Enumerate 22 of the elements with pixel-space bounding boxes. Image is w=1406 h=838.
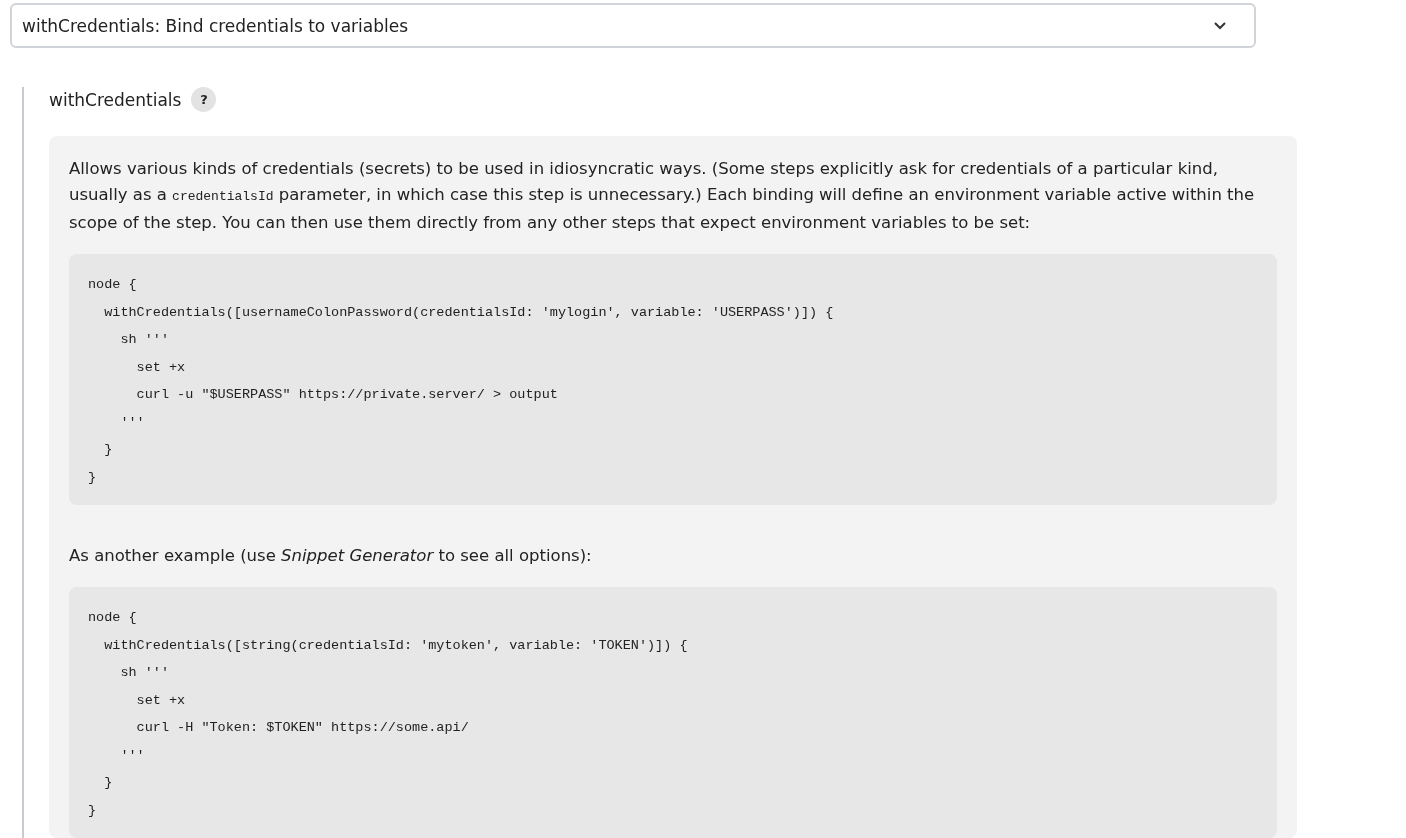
- code-line: withCredentials([string(credentialsId: 'mytoken', variable: 'TOKEN')]) {: [103, 636, 689, 655]
- code-line: }: [103, 774, 114, 792]
- code-line: ''': [119, 413, 146, 432]
- code-line: sh ''': [119, 664, 170, 682]
- help-button[interactable]: ?: [191, 87, 217, 112]
- step-select[interactable]: withCredentials: Bind credentials to variables: [10, 3, 1256, 48]
- code-line: ''': [119, 746, 146, 765]
- code-line: }: [88, 468, 98, 487]
- code-line: curl -H "Token: $TOKEN" https://some.api/: [135, 719, 470, 737]
- code-line: }: [103, 441, 114, 459]
- code-line: withCredentials([usernameColonPassword(credentialsId: 'mylogin', variable: 'USERPASS')]) {: [103, 303, 835, 322]
- step-label: withCredentials: [49, 89, 182, 110]
- code-line: }: [88, 801, 98, 820]
- code-line: node {: [88, 609, 138, 627]
- code-line: set +x: [135, 691, 187, 710]
- code-line: node {: [88, 276, 138, 294]
- help-paragraph: Allows various kinds of credentials (secrets) to be used in idiosyncratic ways. (Some steps explicitly ask for credentials of a particular kind, usually as a credentialsId parameter, in which case this step is unnecessary.) Each binding will define an environment variable active within the scope of the step. You can then use them directly from any other steps that expect environment variables to be set:: [69, 158, 1256, 234]
- caret-icon: [1214, 21, 1226, 30]
- help-paragraph: As another example (use Snippet Generator to see all options):: [69, 545, 593, 567]
- code-line: sh ''': [119, 331, 170, 349]
- code-line: curl -u "$USERPASS" https://private.server/ > output: [135, 386, 559, 404]
- code-line: set +x: [135, 358, 187, 377]
